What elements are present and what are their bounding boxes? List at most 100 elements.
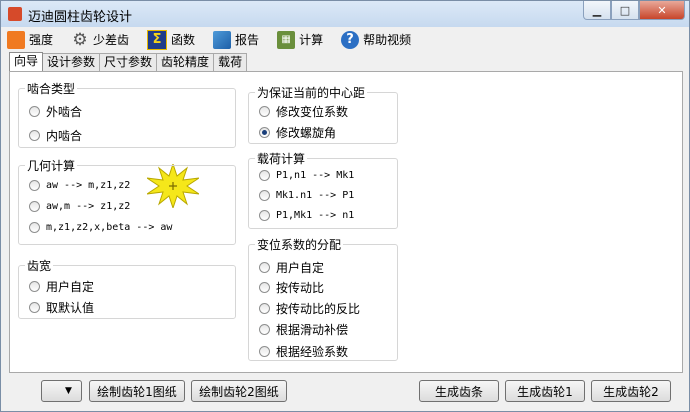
function-icon: Σ	[147, 29, 168, 50]
tab-strip: 向导 设计参数 尺寸参数 齿轮精度 载荷	[9, 52, 248, 72]
radio-circle[interactable]	[259, 210, 270, 221]
calculator-icon: ▦	[277, 30, 296, 49]
radio-circle[interactable]	[29, 106, 40, 117]
radio-label: P1,n1 --> Mk1	[276, 170, 355, 181]
radio-aw-to-m-z[interactable]: aw --> m,z1,z2	[29, 180, 130, 191]
toolbar-label: 函数	[171, 33, 196, 47]
radio-circle[interactable]	[29, 180, 40, 191]
minimize-icon: ▁	[592, 3, 602, 17]
toolbar-label: 少差齿	[93, 33, 130, 47]
radio-params-to-aw[interactable]: m,z1,z2,x,beta --> aw	[29, 222, 172, 233]
radio-circle[interactable]	[29, 302, 40, 313]
center-distance-group: 为保证当前的中心距 修改变位系数 修改螺旋角	[248, 84, 398, 144]
toolbar: 强度 ⚙ 少差齿 Σ 函数 报告 ▦ 计算 ? 帮助视频	[5, 27, 687, 52]
group-title: 几何计算	[25, 157, 78, 174]
group-title: 为保证当前的中心距	[255, 84, 368, 101]
radio-modify-helix[interactable]: 修改螺旋角	[259, 124, 336, 141]
strength-icon	[7, 30, 25, 49]
radio-modify-shift[interactable]: 修改变位系数	[259, 103, 348, 120]
radio-label: 取默认值	[46, 301, 95, 315]
radio-shift-by-ratio[interactable]: 按传动比	[259, 279, 324, 296]
radio-mk1-n1-to-p1[interactable]: Mk1.n1 --> P1	[259, 190, 354, 201]
generate-gear2-button[interactable]: 生成齿轮2	[591, 380, 671, 402]
radio-circle[interactable]	[259, 106, 270, 117]
radio-label: P1,Mk1 --> n1	[276, 210, 355, 221]
tab-wizard[interactable]: 向导	[9, 52, 44, 72]
radio-label: 修改螺旋角	[276, 126, 337, 140]
radio-label: 内啮合	[46, 129, 83, 143]
generate-gear1-button[interactable]: 生成齿轮1	[505, 380, 585, 402]
maximize-icon: □	[619, 3, 631, 17]
wizard-panel: 啮合类型 外啮合 内啮合 几何计算 aw --> m,z1,z2 aw,m --…	[9, 71, 683, 373]
report-icon	[213, 30, 232, 49]
toolbar-small-tooth-button[interactable]: ⚙ 少差齿	[69, 29, 131, 51]
radio-label: 根据滑动补偿	[276, 323, 349, 337]
radio-circle[interactable]	[29, 222, 40, 233]
toolbar-function-button[interactable]: Σ 函数	[145, 29, 197, 51]
radio-label: 外啮合	[46, 105, 83, 119]
toolbar-label: 计算	[299, 33, 324, 47]
radio-circle[interactable]	[259, 127, 270, 138]
tab-load[interactable]: 载荷	[213, 53, 248, 71]
radio-label: aw,m --> z1,z2	[46, 201, 131, 212]
toolbar-report-button[interactable]: 报告	[211, 29, 261, 51]
group-title: 载荷计算	[255, 150, 308, 167]
toolbar-calc-button[interactable]: ▦ 计算	[275, 29, 325, 51]
radio-label: 按传动比的反比	[276, 302, 361, 316]
radio-label: 修改变位系数	[276, 105, 349, 119]
draw-gear2-button[interactable]: 绘制齿轮2图纸	[191, 380, 287, 402]
bottom-action-bar: ▼ 绘制齿轮1图纸 绘制齿轮2图纸 生成齿条 生成齿轮1 生成齿轮2	[1, 374, 689, 411]
radio-internal-mesh[interactable]: 内啮合	[29, 127, 82, 144]
radio-circle[interactable]	[29, 201, 40, 212]
radio-circle[interactable]	[259, 170, 270, 181]
radio-p1-n1-to-mk1[interactable]: P1,n1 --> Mk1	[259, 170, 354, 181]
radio-shift-sliding[interactable]: 根据滑动补偿	[259, 321, 348, 338]
toolbar-strength-button[interactable]: 强度	[5, 29, 55, 51]
radio-circle[interactable]	[259, 282, 270, 293]
app-window: 迈迪圆柱齿轮设计 ▁ □ ✕ 强度 ⚙ 少差齿 Σ 函数 报告 ▦ 计算 ? 帮…	[0, 0, 690, 412]
radio-shift-by-inverse-ratio[interactable]: 按传动比的反比	[259, 300, 360, 317]
gear-icon: ⚙	[72, 29, 88, 50]
tooth-width-group: 齿宽 用户自定 取默认值	[18, 257, 236, 319]
window-controls: ▁ □ ✕	[583, 1, 685, 20]
shift-allocation-group: 变位系数的分配 用户自定 按传动比 按传动比的反比 根据滑动补偿 根据经验系数	[248, 236, 398, 361]
toolbar-label: 帮助视频	[363, 33, 412, 47]
radio-circle[interactable]	[29, 130, 40, 141]
group-title: 变位系数的分配	[255, 236, 344, 253]
load-calc-group: 载荷计算 P1,n1 --> Mk1 Mk1.n1 --> P1 P1,Mk1 …	[248, 150, 398, 229]
radio-circle[interactable]	[259, 303, 270, 314]
radio-label: m,z1,z2,x,beta --> aw	[46, 222, 173, 233]
generate-rack-button[interactable]: 生成齿条	[419, 380, 499, 402]
tab-size-params[interactable]: 尺寸参数	[99, 53, 158, 71]
radio-label: Mk1.n1 --> P1	[276, 190, 355, 201]
maximize-button[interactable]: □	[611, 1, 639, 20]
radio-circle[interactable]	[259, 190, 270, 201]
close-icon: ✕	[657, 3, 667, 17]
radio-label: 用户自定	[276, 261, 325, 275]
radio-shift-custom[interactable]: 用户自定	[259, 259, 324, 276]
options-dropdown[interactable]: ▼	[41, 380, 82, 402]
help-icon: ?	[341, 30, 360, 49]
radio-width-default[interactable]: 取默认值	[29, 299, 94, 316]
window-title: 迈迪圆柱齿轮设计	[28, 10, 133, 25]
toolbar-label: 强度	[29, 33, 54, 47]
radio-circle[interactable]	[259, 262, 270, 273]
toolbar-help-button[interactable]: ? 帮助视频	[339, 29, 413, 51]
radio-external-mesh[interactable]: 外啮合	[29, 103, 82, 120]
radio-width-custom[interactable]: 用户自定	[29, 278, 94, 295]
title-bar[interactable]: 迈迪圆柱齿轮设计 ▁ □ ✕	[1, 1, 689, 27]
draw-gear1-button[interactable]: 绘制齿轮1图纸	[89, 380, 185, 402]
tab-gear-accuracy[interactable]: 齿轮精度	[156, 53, 215, 71]
radio-label: 根据经验系数	[276, 345, 349, 359]
radio-circle[interactable]	[259, 324, 270, 335]
tab-design-params[interactable]: 设计参数	[42, 53, 101, 71]
radio-p1-mk1-to-n1[interactable]: P1,Mk1 --> n1	[259, 210, 354, 221]
radio-shift-empirical[interactable]: 根据经验系数	[259, 343, 348, 360]
radio-label: aw --> m,z1,z2	[46, 180, 131, 191]
radio-circle[interactable]	[259, 346, 270, 357]
minimize-button[interactable]: ▁	[583, 1, 611, 20]
radio-label: 按传动比	[276, 281, 325, 295]
radio-aw-m-to-z[interactable]: aw,m --> z1,z2	[29, 201, 130, 212]
radio-circle[interactable]	[29, 281, 40, 292]
close-button[interactable]: ✕	[639, 1, 685, 20]
